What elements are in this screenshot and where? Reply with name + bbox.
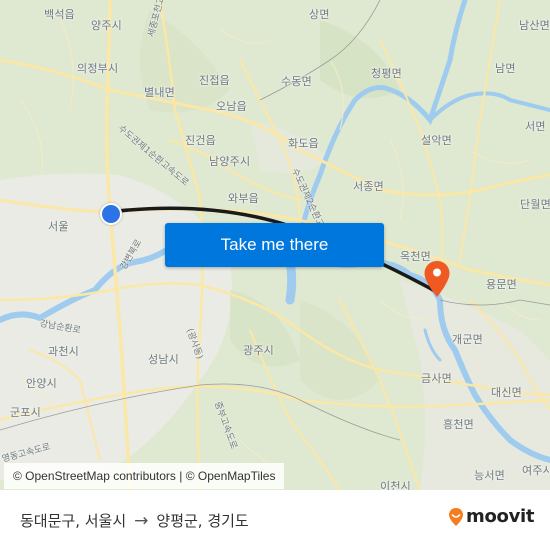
place-label: 남양주시 [209,155,251,168]
moovit-pin-icon [449,507,463,526]
place-label: 화도읍 [288,137,319,150]
place-label: 진건읍 [185,134,216,147]
destination-pin-icon[interactable] [423,260,451,300]
place-label: 남면 [495,62,516,75]
place-label: 여주시 [522,464,550,477]
footer-bar: 동대문구, 서울시 → 양평군, 경기도 moovit [0,490,550,550]
place-label: 안양시 [26,377,57,390]
place-label: 백석읍 [44,8,75,21]
place-label: 상면 [309,8,330,21]
place-label: 오남읍 [216,100,247,113]
arrow-right-icon: → [134,510,149,531]
place-label: 금사면 [421,372,452,385]
moovit-wordmark: moovit [466,506,535,527]
place-label: 대신면 [491,386,522,399]
place-label: 개군면 [452,333,483,346]
place-label: 광주시 [243,344,274,357]
place-label: 서종면 [353,180,384,193]
map-view[interactable]: 백석읍 양주시 의정부시 별내면 진접읍 오남읍 진건읍 남양주시 와부읍 서울… [0,0,550,490]
place-label: 과천시 [48,345,79,358]
place-label: 청평면 [371,67,402,80]
place-label: 서면 [525,120,546,133]
place-label: 진접읍 [199,74,230,87]
place-label: 능서면 [474,469,505,482]
map-attribution[interactable]: © OpenStreetMap contributors | © OpenMap… [4,463,285,489]
place-label: 남산면 [519,19,550,32]
origin-marker[interactable] [100,203,122,225]
destination-label: 양평군, 경기도 [156,512,249,530]
place-label: 단월면 [520,198,550,211]
take-me-there-button[interactable]: Take me there [165,223,384,267]
place-label: 양주시 [91,19,122,32]
place-label: 서울 [48,220,69,233]
place-label: 용문면 [486,278,517,291]
place-label: 별내면 [144,86,175,99]
moovit-logo[interactable]: moovit [448,506,535,527]
origin-label: 동대문구, 서울시 [20,512,127,530]
place-label: 와부읍 [228,192,259,205]
place-label: 설악면 [421,134,452,147]
place-label: 흥천면 [443,418,474,431]
place-label: 의정부시 [77,62,119,75]
route-summary: 동대문구, 서울시 → 양평군, 경기도 [20,510,249,531]
place-label: 수동면 [281,75,312,88]
place-label: 성남시 [148,353,179,366]
place-label: 군포시 [10,406,41,419]
place-label: 이천시 [380,480,411,490]
